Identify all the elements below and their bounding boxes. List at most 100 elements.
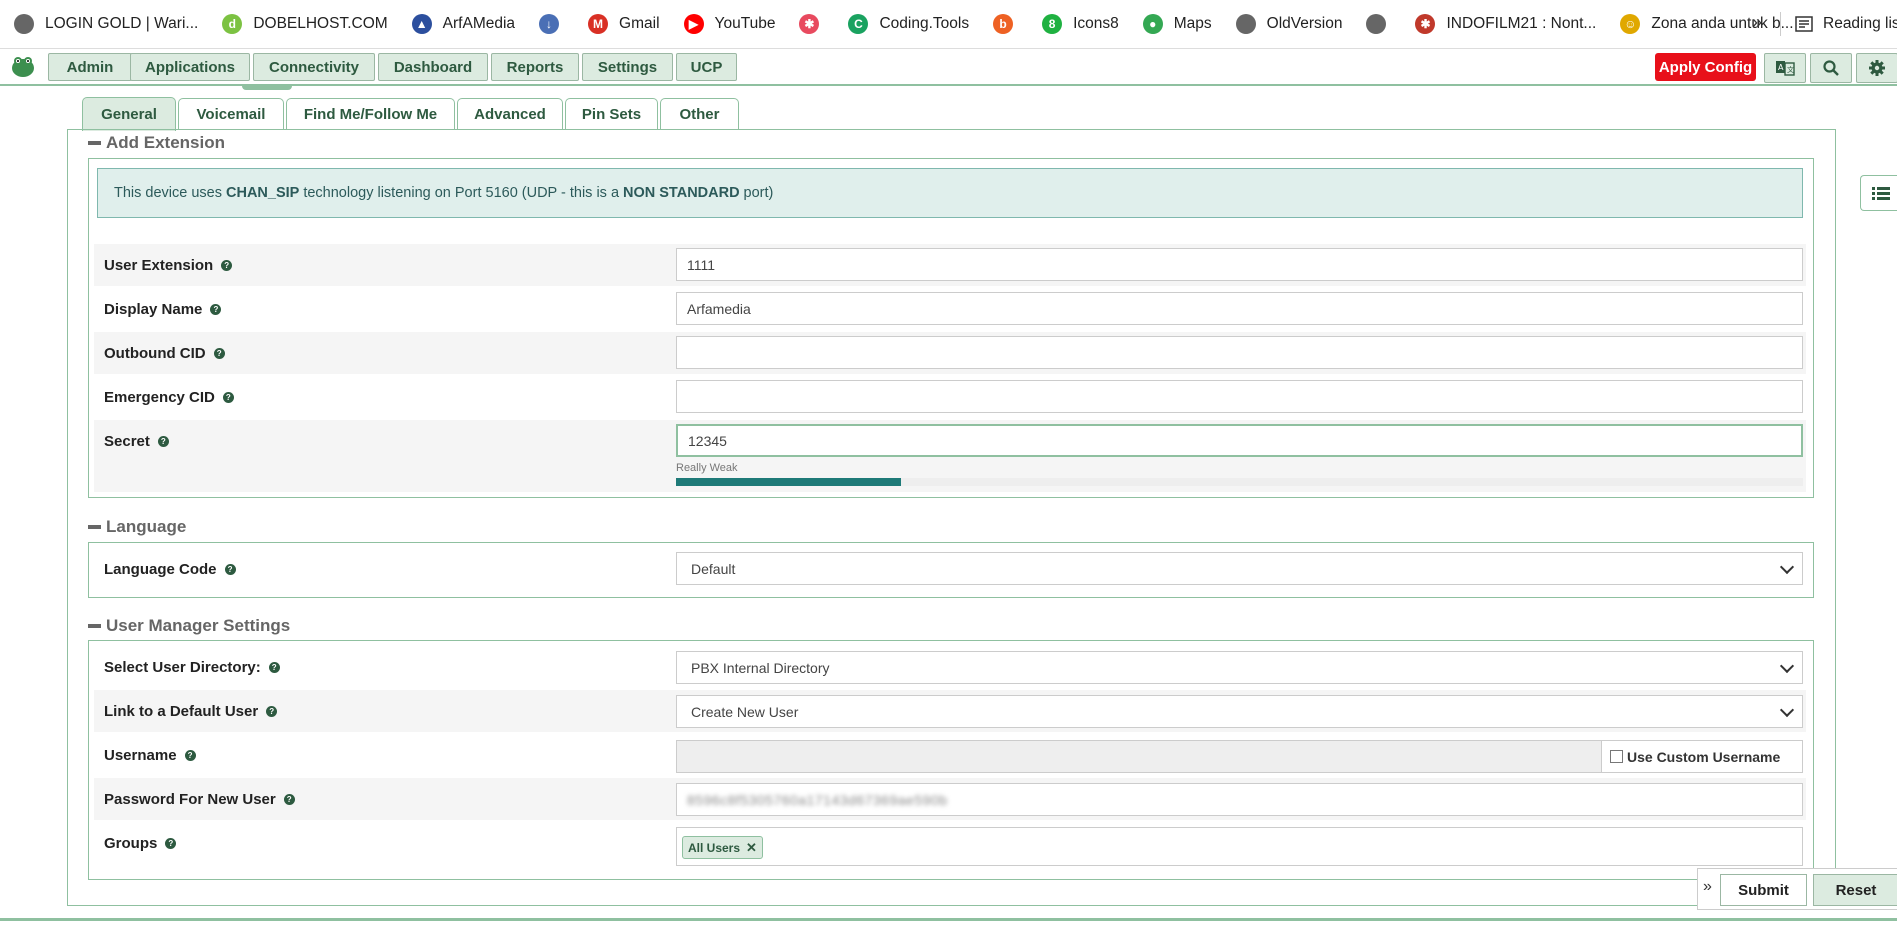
password-new-user-input[interactable]: 8596c8f5305760a17143d67369ae590b: [676, 783, 1803, 816]
bookmark-item[interactable]: C Coding.Tools: [834, 0, 979, 48]
secret-input[interactable]: 12345: [676, 424, 1803, 457]
language-code-label: Language Code?: [104, 548, 236, 590]
settings-button[interactable]: [1856, 53, 1897, 83]
help-icon[interactable]: ?: [165, 837, 177, 849]
tab-voicemail[interactable]: Voicemail: [178, 98, 284, 130]
bookmark-item[interactable]: ☺ Zona anda untuk b...: [1606, 0, 1803, 48]
password-strength-label: Really Weak: [676, 462, 738, 474]
freepbx-logo-icon[interactable]: [10, 53, 36, 79]
outbound-cid-input[interactable]: [676, 336, 1803, 369]
action-bar-collapse-icon[interactable]: »: [1703, 878, 1712, 896]
bookmark-item[interactable]: ▲ ArfAMedia: [398, 0, 525, 48]
help-icon[interactable]: ?: [222, 391, 234, 403]
bookmark-label: Maps: [1173, 15, 1212, 32]
bookmark-item[interactable]: ✱: [785, 0, 834, 48]
language-toggle[interactable]: Language: [88, 517, 186, 537]
arfamedia-icon: ▲: [411, 14, 432, 34]
alert-tech: CHAN_SIP: [226, 185, 300, 201]
help-icon[interactable]: ?: [266, 705, 278, 717]
download-icon: ↓: [539, 14, 560, 34]
collapse-icon: [88, 525, 101, 529]
globe-icon: [1366, 14, 1387, 34]
search-icon: [1823, 60, 1839, 76]
maps-icon: ●: [1142, 14, 1163, 34]
bookmark-label: INDOFILM21 : Nont...: [1446, 15, 1597, 32]
globe-icon: [14, 14, 34, 34]
help-icon[interactable]: ?: [224, 563, 236, 575]
tab-general[interactable]: General: [82, 97, 176, 131]
tab-advanced[interactable]: Advanced: [457, 98, 563, 130]
nav-connectivity[interactable]: Connectivity: [253, 53, 375, 81]
section-title-add-extension: Add Extension: [106, 133, 226, 152]
bookmark-item[interactable]: b: [979, 0, 1028, 48]
language-button[interactable]: A文: [1764, 53, 1806, 83]
help-icon[interactable]: ?: [283, 793, 295, 805]
add-extension-toggle[interactable]: Add Extension: [88, 133, 225, 153]
display-name-label: Display Name?: [104, 288, 222, 330]
bookmark-item[interactable]: OldVersion: [1222, 0, 1353, 48]
bookmark-label: YouTube: [714, 15, 776, 32]
bookmark-item[interactable]: M Gmail: [574, 0, 669, 48]
bookmark-item[interactable]: ↓: [525, 0, 574, 48]
remove-tag-icon[interactable]: ✕: [746, 840, 757, 856]
groups-input[interactable]: [676, 827, 1803, 866]
nav-admin[interactable]: Admin: [48, 53, 132, 81]
user-extension-label: User Extension?: [104, 244, 233, 286]
username-label: Username?: [104, 734, 196, 776]
pinwheel-icon: ✱: [799, 14, 820, 34]
help-icon[interactable]: ?: [268, 661, 280, 673]
reset-button[interactable]: Reset: [1813, 874, 1897, 906]
bookmark-item[interactable]: d DOBELHOST.COM: [208, 0, 397, 48]
chevron-down-icon: [1779, 702, 1795, 718]
bookmarks-more-button[interactable]: »: [1752, 12, 1762, 33]
user-directory-select[interactable]: PBX Internal Directory: [676, 651, 1803, 684]
link-default-user-select[interactable]: Create New User: [676, 695, 1803, 728]
language-code-select[interactable]: Default: [676, 552, 1803, 585]
bookmark-item[interactable]: [1352, 0, 1401, 48]
nav-dashboard[interactable]: Dashboard: [378, 53, 488, 81]
bookmark-item[interactable]: ✱ INDOFILM21 : Nont...: [1401, 0, 1606, 48]
bookmark-item[interactable]: LOGIN GOLD | Wari...: [0, 0, 208, 48]
help-icon[interactable]: ?: [184, 749, 196, 761]
emergency-cid-input[interactable]: [676, 380, 1803, 413]
tab-pin-sets[interactable]: Pin Sets: [565, 98, 658, 130]
alert-text: This device uses: [114, 185, 222, 201]
bookmark-label: OldVersion: [1266, 15, 1343, 32]
submit-button[interactable]: Submit: [1720, 874, 1807, 906]
side-list-toggle[interactable]: [1860, 175, 1897, 211]
nav-reports[interactable]: Reports: [491, 53, 579, 81]
help-icon[interactable]: ?: [210, 303, 222, 315]
bookmark-label: LOGIN GOLD | Wari...: [45, 15, 199, 32]
user-manager-toggle[interactable]: User Manager Settings: [88, 616, 290, 636]
group-tag-all-users: All Users ✕: [682, 836, 763, 859]
nav-applications[interactable]: Applications: [130, 53, 250, 81]
custom-username-checkbox[interactable]: [1610, 750, 1623, 763]
nav-settings[interactable]: Settings: [582, 53, 673, 81]
help-icon[interactable]: ?: [221, 259, 233, 271]
reading-list-label: Reading lis: [1823, 15, 1897, 32]
section-title-language: Language: [106, 517, 187, 536]
gmail-icon: M: [588, 14, 609, 34]
apply-config-button[interactable]: Apply Config: [1655, 53, 1756, 81]
use-custom-username-toggle[interactable]: Use Custom Username: [1601, 740, 1803, 773]
bookmark-item[interactable]: 8 Icons8: [1028, 0, 1129, 48]
search-button[interactable]: [1810, 53, 1852, 83]
bookmark-item[interactable]: ▶ YouTube: [670, 0, 786, 48]
bookmark-item[interactable]: ● Maps: [1129, 0, 1222, 48]
reading-list-button[interactable]: Reading lis: [1795, 0, 1897, 48]
nav-ucp[interactable]: UCP: [676, 53, 737, 81]
tab-other[interactable]: Other: [660, 98, 739, 130]
display-name-input[interactable]: Arfamedia: [676, 292, 1803, 325]
section-title-user-manager: User Manager Settings: [106, 616, 291, 635]
username-input[interactable]: [676, 740, 1602, 773]
password-strength-fill: [676, 478, 902, 486]
custom-username-label: Use Custom Username: [1627, 748, 1781, 765]
tab-find-me-follow-me[interactable]: Find Me/Follow Me: [286, 98, 455, 130]
secret-label: Secret?: [104, 420, 169, 462]
help-icon[interactable]: ?: [213, 347, 225, 359]
chevron-down-icon: [1779, 658, 1795, 674]
user-extension-input[interactable]: 1111: [676, 248, 1803, 281]
group-tag-label: All Users: [688, 840, 741, 855]
youtube-icon: ▶: [683, 14, 704, 34]
help-icon[interactable]: ?: [157, 435, 169, 447]
